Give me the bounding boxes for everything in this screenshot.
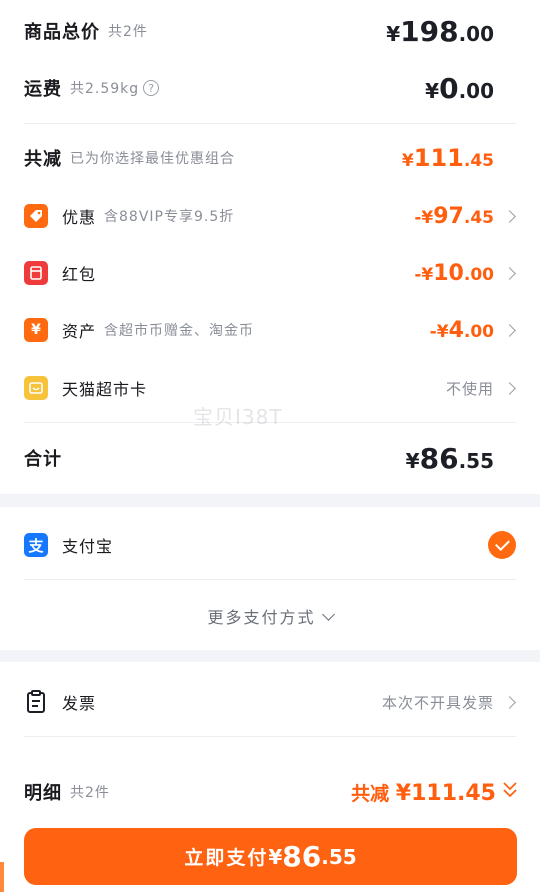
discount-label: 共减 bbox=[24, 149, 62, 170]
shipping-row: 运费 共2.59kg ? ¥0.00 bbox=[0, 67, 540, 109]
detail-discount: 共减 ¥111.45 bbox=[351, 780, 496, 806]
total-price-row: 商品总价 共2件 ¥198.00 bbox=[0, 10, 540, 52]
alipay-label: 支付宝 bbox=[62, 537, 114, 556]
checkmark-icon[interactable] bbox=[488, 531, 516, 559]
assets-note: 含超市币赠金、淘金币 bbox=[104, 323, 255, 339]
chevron-right-icon bbox=[503, 209, 516, 223]
red-packet-value: -¥10.00 bbox=[414, 260, 494, 286]
pay-now-label: 立即支付 bbox=[184, 847, 269, 869]
payment-card: 支 支付宝 更多支付方式 bbox=[0, 507, 540, 650]
invoice-row[interactable]: 发票 本次不开具发票 bbox=[0, 680, 540, 724]
shipping-weight: 共2.59kg bbox=[70, 81, 140, 97]
total-price-label: 商品总价 bbox=[24, 22, 100, 43]
detail-label: 明细 bbox=[24, 783, 62, 804]
total-count: 共2件 bbox=[108, 24, 148, 40]
more-payment-label: 更多支付方式 bbox=[207, 608, 316, 627]
chevron-right-icon bbox=[503, 381, 516, 395]
price-summary-card: 商品总价 共2件 ¥198.00 运费 共2.59kg ? ¥0.00 共减 已… bbox=[0, 0, 540, 494]
chevron-down-icon bbox=[321, 608, 335, 621]
assets-value: -¥4.00 bbox=[429, 317, 494, 343]
shipping-label: 运费 bbox=[24, 79, 62, 100]
assets-label: 资产 bbox=[62, 322, 97, 341]
yen-icon: ¥ bbox=[24, 318, 48, 342]
tag-icon bbox=[24, 204, 48, 228]
grand-total-value: ¥86.55 bbox=[405, 441, 494, 475]
discount-note: 已为你选择最佳优惠组合 bbox=[70, 151, 235, 167]
red-packet-icon bbox=[24, 261, 48, 285]
detail-row[interactable]: 明细 共2件 共减 ¥111.45 bbox=[0, 770, 540, 814]
red-packet-label: 红包 bbox=[62, 265, 97, 284]
supermarket-card-status: 不使用 bbox=[445, 379, 494, 398]
pay-currency: ¥ bbox=[268, 844, 283, 869]
chevron-right-icon bbox=[503, 323, 516, 337]
divider bbox=[24, 736, 516, 737]
discount-total-row: 共减 已为你选择最佳优惠组合 ¥111.45 bbox=[0, 138, 540, 178]
coupon-note: 含88VIP专享9.5折 bbox=[104, 209, 235, 225]
more-payment-button[interactable]: 更多支付方式 bbox=[0, 604, 540, 628]
coupon-label: 优惠 bbox=[62, 208, 97, 227]
shipping-value: ¥0.00 bbox=[425, 71, 494, 105]
card-icon bbox=[24, 376, 48, 400]
chevron-right-icon bbox=[503, 266, 516, 280]
divider bbox=[24, 579, 516, 580]
pay-amount-dec: .55 bbox=[321, 844, 357, 869]
chevron-right-icon bbox=[503, 695, 516, 709]
alipay-row[interactable]: 支 支付宝 bbox=[0, 523, 540, 567]
alipay-icon: 支 bbox=[24, 533, 48, 557]
assets-row[interactable]: ¥ 资产 含超市币赠金、淘金币 -¥4.00 bbox=[0, 310, 540, 350]
invoice-value: 本次不开具发票 bbox=[381, 693, 494, 712]
detail-count: 共2件 bbox=[70, 785, 110, 801]
watermark: 宝贝I38T bbox=[193, 405, 283, 429]
red-packet-row[interactable]: 红包 -¥10.00 bbox=[0, 253, 540, 293]
edge-marker bbox=[0, 862, 4, 892]
double-chevron-down-icon bbox=[502, 780, 518, 800]
invoice-label: 发票 bbox=[62, 694, 97, 713]
grand-total-row: 合计 ¥86.55 bbox=[0, 436, 540, 480]
pay-now-button[interactable]: 立即支付 ¥ 86 .55 bbox=[24, 828, 517, 885]
discount-value: ¥111.45 bbox=[401, 144, 494, 172]
divider bbox=[24, 123, 516, 124]
supermarket-card-label: 天猫超市卡 bbox=[62, 380, 148, 399]
total-price-value: ¥198.00 bbox=[386, 14, 494, 48]
help-icon[interactable]: ? bbox=[143, 80, 160, 96]
coupon-row[interactable]: 优惠 含88VIP专享9.5折 -¥97.45 bbox=[0, 196, 540, 236]
grand-total-label: 合计 bbox=[24, 449, 62, 470]
coupon-value: -¥97.45 bbox=[414, 203, 494, 229]
document-icon bbox=[24, 690, 48, 714]
pay-amount-int: 86 bbox=[282, 840, 322, 873]
